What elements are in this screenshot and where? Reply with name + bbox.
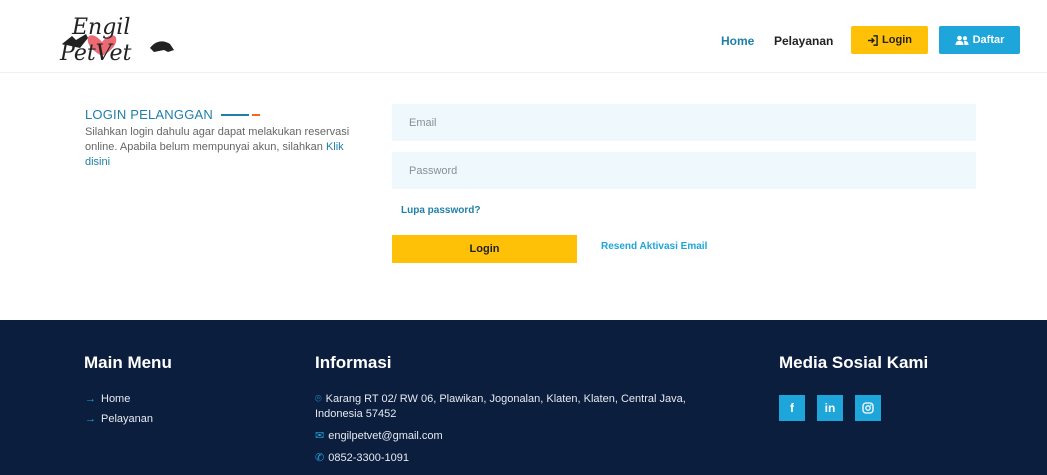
map-pin-icon: ⌾ [315, 393, 322, 405]
site-header: Engil PetVet Home Pelayanan Login Daftar [0, 0, 1047, 73]
logo[interactable]: Engil PetVet [58, 12, 178, 66]
footer-phone[interactable]: ✆ 0852-3300-1091 [315, 451, 409, 466]
sign-in-icon [867, 34, 878, 46]
footer-link-home-label: Home [101, 393, 131, 405]
site-footer: Main Menu Informasi Media Sosial Kami → … [0, 320, 1047, 475]
footer-email[interactable]: ✉ engilpetvet@gmail.com [315, 429, 443, 444]
nav-home[interactable]: Home [721, 34, 754, 48]
phone-icon: ✆ [315, 452, 325, 464]
footer-link-pelayanan-label: Pelayanan [101, 413, 153, 425]
footer-main-menu-title: Main Menu [84, 353, 172, 372]
title-dash-decoration [251, 113, 260, 116]
instagram-glyph [862, 402, 874, 414]
footer-link-home[interactable]: → Home [85, 393, 130, 405]
email-input[interactable] [392, 104, 976, 141]
footer-phone-text: 0852-3300-1091 [328, 452, 409, 464]
linkedin-icon[interactable]: in [817, 395, 843, 421]
footer-link-pelayanan[interactable]: → Pelayanan [85, 413, 153, 425]
arrow-right-icon: → [85, 413, 96, 425]
login-title: LOGIN PELANGGAN [85, 107, 260, 122]
header-register-button[interactable]: Daftar [939, 26, 1020, 54]
instagram-icon[interactable] [855, 395, 881, 421]
header-register-label: Daftar [972, 34, 1005, 46]
logo-text-bottom: PetVet [59, 41, 132, 64]
forgot-password-link[interactable]: Lupa password? [401, 205, 480, 216]
footer-address: ⌾ Karang RT 02/ RW 06, Plawikan, Jogonala… [315, 392, 715, 422]
envelope-icon: ✉ [315, 430, 325, 442]
title-line-decoration [220, 113, 249, 116]
login-description-text: Silahkan login dahulu agar dapat melakuk… [85, 126, 350, 153]
header-login-button[interactable]: Login [851, 26, 928, 54]
login-title-text: LOGIN PELANGGAN [85, 107, 213, 122]
header-login-label: Login [882, 34, 912, 46]
logo-text-top: Engil [71, 15, 130, 40]
arrow-right-icon: → [85, 393, 96, 405]
nav-pelayanan[interactable]: Pelayanan [774, 34, 833, 48]
facebook-icon[interactable]: f [779, 395, 805, 421]
footer-email-text: engilpetvet@gmail.com [328, 430, 443, 442]
login-description: Silahkan login dahulu agar dapat melakuk… [85, 125, 355, 170]
login-submit-button[interactable]: Login [392, 235, 577, 263]
users-icon [955, 35, 969, 45]
footer-address-text: Karang RT 02/ RW 06, Plawikan, Jogonalan… [315, 393, 686, 420]
resend-activation-link[interactable]: Resend Aktivasi Email [601, 241, 707, 252]
password-input[interactable] [392, 152, 976, 189]
logo-graphic: Engil PetVet [59, 15, 174, 66]
footer-info-title: Informasi [315, 353, 392, 372]
footer-media-title: Media Sosial Kami [779, 353, 929, 372]
